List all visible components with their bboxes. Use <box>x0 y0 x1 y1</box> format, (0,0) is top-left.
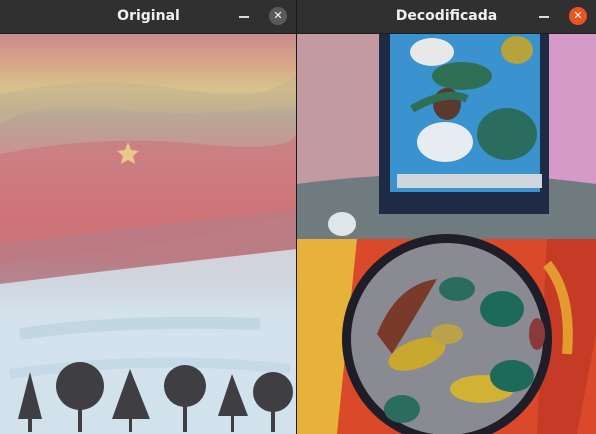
titlebar-original[interactable]: Original ✕ <box>0 0 297 34</box>
close-button-original[interactable]: ✕ <box>269 7 287 25</box>
original-window: Original ✕ <box>0 0 297 434</box>
original-image <box>0 34 297 434</box>
close-button-decoded[interactable]: ✕ <box>569 7 587 25</box>
minimize-button-original[interactable] <box>239 16 249 18</box>
decoded-window: Decodificada ✕ <box>297 0 596 434</box>
watercolor-painting-image <box>0 34 297 434</box>
close-icon: ✕ <box>273 9 283 22</box>
window-title-decoded: Decodificada <box>395 8 498 24</box>
decoded-image <box>297 34 596 434</box>
close-icon: ✕ <box>573 9 583 22</box>
window-title-original: Original <box>117 8 180 24</box>
minimize-button-decoded[interactable] <box>539 16 549 18</box>
acrylic-painting-image <box>297 34 596 434</box>
titlebar-decoded[interactable]: Decodificada ✕ <box>297 0 596 34</box>
